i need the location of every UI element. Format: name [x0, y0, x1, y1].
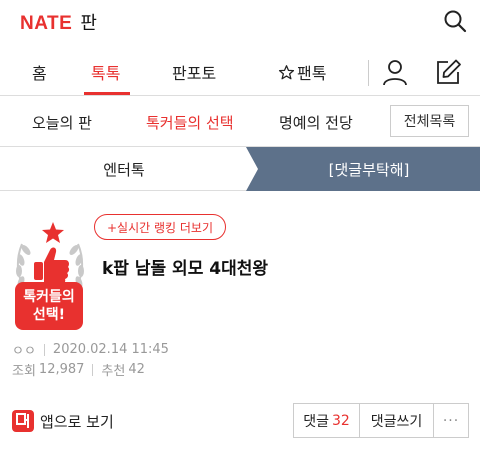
badge-label: 톡커들의 선택!	[15, 282, 83, 330]
logo-brand: NATE	[20, 13, 73, 34]
app-view-button[interactable]: 앱으로 보기	[12, 410, 114, 432]
recommend-label: 추천	[101, 364, 126, 379]
article-meta-author-date: ㅇㅇ 2020.02.14 11:45	[12, 340, 169, 359]
sub-nav: 오늘의 판 톡커들의 선택 명예의 전당 전체목록	[0, 97, 480, 147]
main-nav: 홈 톡톡 판포토 팬톡	[0, 50, 480, 96]
pan-app-icon	[12, 410, 34, 432]
category-tabs: 엔터톡 [댓글부탁해]	[0, 147, 480, 191]
badge-label-line2: 선택!	[32, 307, 66, 323]
meta-divider	[43, 343, 45, 356]
meta-divider	[92, 363, 94, 376]
active-nav-underline	[84, 92, 130, 95]
tab-entertalk-label: 엔터톡	[103, 160, 145, 179]
more-options-button[interactable]: ···	[434, 404, 468, 437]
subnav-item-talkers-choice[interactable]: 톡커들의 선택	[146, 112, 234, 133]
tab-comment-please-label: [댓글부탁해]	[328, 160, 410, 179]
post-date: 2020.02.14 11:45	[52, 342, 169, 357]
write-icon[interactable]	[434, 58, 462, 86]
talkers-choice-badge: 톡커들의 선택!	[12, 222, 88, 334]
search-icon[interactable]	[442, 8, 468, 34]
comments-button[interactable]: 댓글 32	[294, 404, 360, 437]
live-ranking-button[interactable]: +실시간 랭킹 더보기	[94, 214, 227, 240]
tab-entertalk[interactable]: 엔터톡	[0, 147, 258, 191]
all-list-button[interactable]: 전체목록	[390, 105, 469, 137]
views-label: 조회	[12, 364, 36, 379]
comments-count: 32	[331, 412, 350, 429]
subnav-item-today[interactable]: 오늘의 판	[32, 112, 92, 133]
article-action-group: 댓글 32 댓글쓰기 ···	[293, 403, 469, 438]
article-title: k팝 남돌 외모 4대천왕	[102, 259, 269, 279]
views-count: 12,987	[38, 362, 85, 377]
author-name[interactable]: ㅇㅇ	[12, 340, 36, 359]
nav-item-home[interactable]: 홈	[32, 60, 47, 84]
nate-pan-logo[interactable]: NATE 판	[20, 9, 97, 35]
recommend-count: 42	[128, 362, 145, 377]
nav-item-talk[interactable]: 톡톡	[91, 60, 120, 84]
nav-divider	[368, 60, 369, 86]
subnav-item-hall-of-fame[interactable]: 명예의 전당	[279, 112, 353, 133]
star-outline-icon	[278, 64, 295, 79]
logo-service: 판	[80, 13, 97, 34]
comments-label: 댓글	[303, 413, 329, 430]
app-view-label: 앱으로 보기	[40, 412, 114, 431]
badge-label-line1: 톡커들의	[23, 289, 75, 305]
user-icon[interactable]	[382, 58, 408, 86]
article-meta-stats: 조회 12,987 추천 42	[12, 360, 145, 379]
nav-item-pan-photo[interactable]: 판포토	[172, 60, 216, 84]
header: NATE 판	[0, 0, 480, 44]
nav-item-fantalk-label: 팬톡	[297, 64, 327, 83]
write-comment-button[interactable]: 댓글쓰기	[360, 404, 434, 437]
nav-item-fantalk[interactable]: 팬톡	[278, 60, 326, 84]
